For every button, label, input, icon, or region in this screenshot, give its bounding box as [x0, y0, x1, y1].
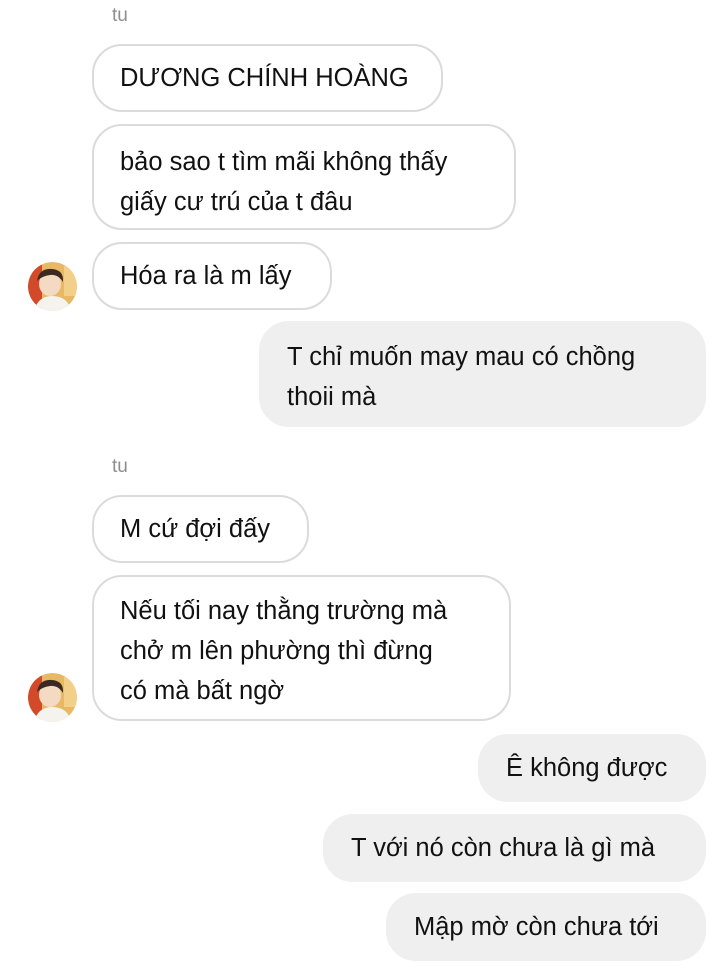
message-bubble-sent[interactable]: T với nó còn chưa là gì mà: [323, 814, 706, 882]
sender-name: tu: [112, 456, 128, 477]
message-text: Ê không được: [506, 754, 668, 782]
contact-avatar[interactable]: [28, 673, 77, 722]
message-bubble-received[interactable]: Hóa ra là m lấy: [92, 242, 332, 310]
message-text: chở m lên phường thì đừng: [120, 637, 433, 665]
message-text: Hóa ra là m lấy: [120, 262, 292, 290]
sender-name: tu: [112, 5, 128, 26]
message-bubble-received[interactable]: DƯƠNG CHÍNH HOÀNG: [92, 44, 443, 112]
message-text: Mập mờ còn chưa tới: [414, 913, 659, 941]
avatar-photo-icon: [28, 673, 77, 722]
message-text: T chỉ muốn may mau có chồng: [287, 343, 636, 371]
message-bubble-sent[interactable]: Ê không được: [478, 734, 706, 802]
message-bubble-received[interactable]: bảo sao t tìm mãi không thấy giấy cư trú…: [92, 124, 516, 230]
message-bubble-received[interactable]: M cứ đợi đấy: [92, 495, 309, 563]
message-bubble-sent[interactable]: T chỉ muốn may mau có chồng thoii mà: [259, 321, 706, 427]
message-text: có mà bất ngờ: [120, 677, 285, 705]
contact-avatar[interactable]: [28, 262, 77, 311]
message-text: DƯƠNG CHÍNH HOÀNG: [120, 64, 409, 92]
message-text: M cứ đợi đấy: [120, 515, 270, 543]
message-text: Nếu tối nay thằng trường mà: [120, 597, 448, 625]
message-bubble-sent[interactable]: Mập mờ còn chưa tới: [386, 893, 706, 961]
message-text: T với nó còn chưa là gì mà: [351, 834, 656, 862]
message-text: giấy cư trú của t đâu: [120, 188, 353, 216]
message-bubble-received[interactable]: Nếu tối nay thằng trường mà chở m lên ph…: [92, 575, 511, 721]
avatar-photo-icon: [28, 262, 77, 311]
message-text: thoii mà: [287, 383, 377, 411]
message-text: bảo sao t tìm mãi không thấy: [120, 148, 448, 176]
